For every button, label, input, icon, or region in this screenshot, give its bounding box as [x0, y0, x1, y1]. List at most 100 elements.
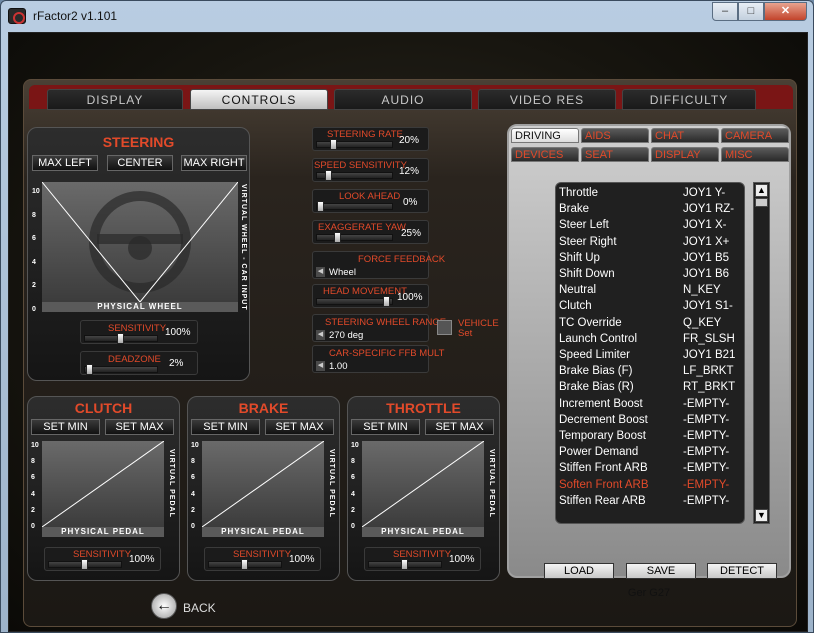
minimize-button[interactable]: – — [712, 2, 738, 21]
maximize-button[interactable]: □ — [738, 2, 764, 21]
binding-action: Neutral — [559, 284, 597, 297]
binding-row[interactable]: Steer Left JOY1 X- — [559, 219, 744, 235]
subtab-aids[interactable]: AIDS — [581, 128, 649, 143]
set-min-button[interactable]: SET MIN — [351, 419, 420, 435]
force-feedback-value: Wheel — [329, 267, 356, 278]
subtab-misc[interactable]: MISC — [721, 147, 789, 162]
force-feedback-select[interactable]: FORCE FEEDBACK ◀ Wheel — [312, 251, 445, 279]
slider-thumb[interactable] — [334, 232, 341, 243]
binding-row[interactable]: Soften Front ARB -EMPTY- — [559, 479, 744, 495]
subtab-driving[interactable]: DRIVING — [511, 128, 579, 143]
subtab-seat[interactable]: SEAT — [581, 147, 649, 162]
deadzone-slider[interactable] — [84, 364, 158, 375]
exaggerate-yaw-slider[interactable] — [316, 232, 393, 243]
vehicle-set-checkbox[interactable] — [437, 320, 452, 335]
deadzone-label: DEADZONE — [108, 354, 161, 365]
subtab-devices[interactable]: DEVICES — [511, 147, 579, 162]
binding-row[interactable]: Increment Boost -EMPTY- — [559, 398, 744, 414]
close-button[interactable]: ✕ — [764, 2, 807, 21]
set-min-button[interactable]: SET MIN — [31, 419, 100, 435]
set-min-button[interactable]: SET MIN — [191, 419, 260, 435]
binding-row[interactable]: Brake Bias (F) LF_BRKT — [559, 365, 744, 381]
window-title: rFactor2 v1.101 — [33, 9, 118, 23]
pedal-title: THROTTLE — [386, 400, 461, 416]
steering-rate-slider[interactable] — [316, 139, 393, 150]
set-max-button[interactable]: SET MAX — [425, 419, 494, 435]
back-arrow-icon[interactable]: ← — [151, 593, 177, 619]
set-max-button[interactable]: SET MAX — [105, 419, 174, 435]
subtab-camera[interactable]: CAMERA — [721, 128, 789, 143]
force-feedback-label: FORCE FEEDBACK — [358, 254, 446, 265]
binding-row[interactable]: Decrement Boost -EMPTY- — [559, 414, 744, 430]
binding-row[interactable]: Brake Bias (R) RT_BRKT — [559, 381, 744, 397]
detect-button[interactable]: DETECT — [707, 563, 777, 579]
ffb-mult-select[interactable]: CAR-SPECIFIC FFB MULT ◀ 1.00 — [312, 345, 444, 373]
tab-difficulty[interactable]: DIFFICULTY — [622, 89, 756, 110]
binding-action: Increment Boost — [559, 397, 643, 410]
binding-row[interactable]: Launch Control FR_SLSH — [559, 333, 744, 349]
slider-thumb[interactable] — [401, 559, 408, 570]
steering-x-label: PHYSICAL WHEEL — [42, 302, 238, 312]
binding-row[interactable]: Clutch JOY1 S1- — [559, 300, 744, 316]
steering-y-ticks: 10 8 6 4 2 0 — [32, 188, 40, 313]
binding-row[interactable]: Power Demand -EMPTY- — [559, 446, 744, 462]
max-left-button[interactable]: MAX LEFT — [32, 155, 98, 171]
look-ahead-slider[interactable] — [316, 201, 393, 212]
pedal-sensitivity-slider[interactable] — [368, 559, 442, 570]
binding-key: JOY1 B21 — [683, 349, 736, 361]
arrow-left-icon[interactable]: ◀ — [316, 361, 325, 371]
binding-row[interactable]: Shift Down JOY1 B6 — [559, 268, 744, 284]
binding-action: Stiffen Front ARB — [559, 462, 648, 475]
slider-thumb[interactable] — [117, 333, 124, 344]
scroll-thumb[interactable] — [755, 198, 768, 207]
wheel-range-select[interactable]: STEERING WHEEL RANGE ◀ 270 deg — [312, 314, 446, 342]
subtab-chat[interactable]: CHAT — [651, 128, 719, 143]
bindings-scrollbar[interactable]: ▲ ▼ — [753, 182, 770, 524]
binding-row[interactable]: Throttle JOY1 Y- — [559, 187, 744, 203]
binding-row[interactable]: Shift Up JOY1 B5 — [559, 252, 744, 268]
max-right-button[interactable]: MAX RIGHT — [181, 155, 247, 171]
save-button[interactable]: SAVE — [626, 563, 696, 579]
slider-thumb[interactable] — [317, 201, 324, 212]
binding-key: LF_BRKT — [683, 365, 734, 378]
slider-thumb[interactable] — [325, 170, 332, 181]
binding-row[interactable]: Stiffen Rear ARB -EMPTY- — [559, 495, 744, 511]
binding-key: JOY1 B5 — [683, 251, 730, 264]
binding-row[interactable]: Brake JOY1 RZ- — [559, 203, 744, 219]
ffb-mult-label: CAR-SPECIFIC FFB MULT — [329, 348, 445, 359]
subtab-display[interactable]: DISPLAY — [651, 147, 719, 162]
arrow-left-icon[interactable]: ◀ — [316, 267, 325, 277]
binding-row[interactable]: Neutral N_KEY — [559, 284, 744, 300]
slider-thumb[interactable] — [81, 559, 88, 570]
back-button[interactable]: BACK — [183, 601, 216, 615]
scroll-down-icon[interactable]: ▼ — [755, 509, 768, 522]
exaggerate-yaw-label: EXAGGERATE YAW — [318, 222, 406, 233]
binding-row[interactable]: Steer Right JOY1 X+ — [559, 236, 744, 252]
slider-thumb[interactable] — [86, 364, 93, 375]
slider-thumb[interactable] — [383, 296, 390, 307]
set-max-button[interactable]: SET MAX — [265, 419, 334, 435]
binding-row[interactable]: Stiffen Front ARB -EMPTY- — [559, 462, 744, 478]
arrow-left-icon[interactable]: ◀ — [316, 330, 325, 340]
binding-row[interactable]: Speed Limiter JOY1 B21 — [559, 349, 744, 365]
sensitivity-slider[interactable] — [84, 333, 158, 344]
center-button[interactable]: CENTER — [107, 155, 173, 171]
tab-video-res[interactable]: VIDEO RES — [478, 89, 616, 110]
binding-row[interactable]: Temporary Boost -EMPTY- — [559, 430, 744, 446]
pedal-sensitivity-slider[interactable] — [208, 559, 282, 570]
scroll-up-icon[interactable]: ▲ — [755, 184, 768, 197]
tab-controls[interactable]: CONTROLS — [190, 89, 328, 110]
tab-audio[interactable]: AUDIO — [334, 89, 472, 110]
pedal-y-ticks: 10 8 6 4 2 0 — [351, 442, 359, 531]
slider-thumb[interactable] — [241, 559, 248, 570]
tab-display[interactable]: DISPLAY — [47, 89, 183, 110]
binding-action: Power Demand — [559, 446, 639, 459]
binding-action: Brake Bias (F) — [559, 365, 633, 378]
pedal-panel-clutch: CLUTCH SET MIN SET MAX 10 8 6 4 2 0 PHYSICAL … — [27, 396, 180, 581]
load-button[interactable]: LOAD — [544, 563, 614, 579]
pedal-sensitivity-slider[interactable] — [48, 559, 122, 570]
binding-row[interactable]: TC Override Q_KEY — [559, 317, 744, 333]
slider-thumb[interactable] — [330, 139, 337, 150]
speed-sensitivity-slider[interactable] — [316, 170, 393, 181]
head-movement-slider[interactable] — [316, 296, 393, 307]
